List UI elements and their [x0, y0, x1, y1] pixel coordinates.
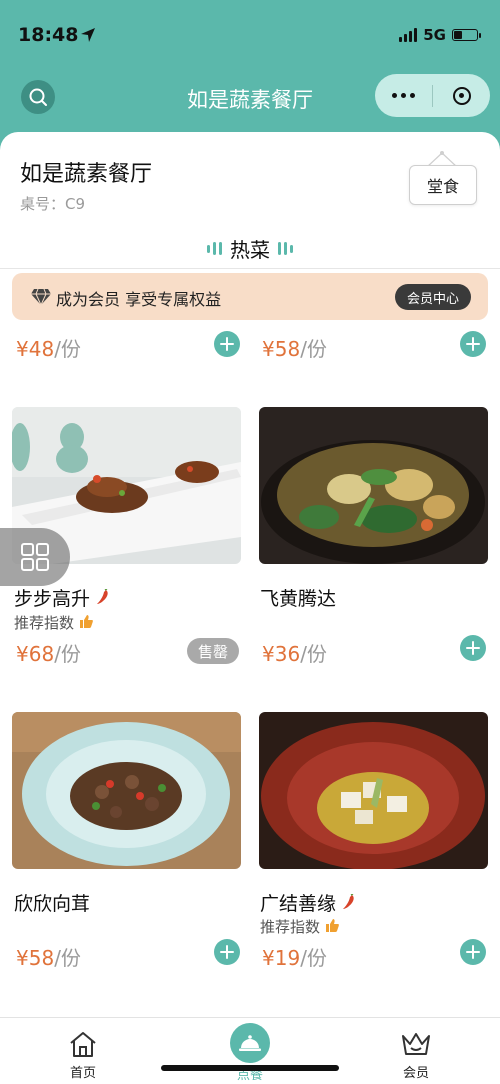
member-banner-text: 成为会员 享受专属权益 [56, 290, 222, 309]
table-number: 桌号：C9 [20, 195, 86, 213]
add-to-cart-button[interactable] [214, 939, 240, 965]
dish-price: ¥19/份 [262, 946, 327, 970]
more-button[interactable] [375, 93, 432, 98]
location-arrow-icon [81, 28, 95, 42]
dish-photo [259, 712, 488, 869]
recommend-index: 推荐指数 [14, 612, 93, 633]
crown-icon[interactable] [400, 1030, 432, 1058]
decoration-bars-left [207, 242, 222, 255]
cloche-icon [239, 1035, 261, 1051]
dish-photo [259, 407, 488, 564]
target-icon [452, 86, 471, 105]
status-indicators: 5G [399, 26, 481, 44]
dish-photo [12, 712, 241, 869]
chili-icon [97, 588, 108, 604]
restaurant-name: 如是蔬素餐厅 [20, 162, 153, 187]
battery-icon [452, 29, 481, 41]
dish-name: 欣欣向茸 [14, 893, 91, 915]
nav-order-button[interactable] [230, 1023, 270, 1063]
dish-name: 广结善缘 [260, 889, 356, 916]
status-time: 18:48 [18, 24, 79, 46]
sold-out-badge: 售罄 [187, 638, 239, 664]
divider [0, 268, 500, 269]
plus-icon [466, 945, 480, 959]
dish-image[interactable] [259, 712, 488, 869]
home-icon[interactable] [68, 1030, 98, 1058]
dish-name: 步步高升 [14, 584, 110, 611]
diamond-icon [31, 288, 51, 306]
dish-image[interactable] [12, 712, 241, 869]
add-to-cart-button[interactable] [214, 331, 240, 357]
add-to-cart-button[interactable] [460, 939, 486, 965]
dish-price: ¥58/份 [16, 946, 81, 970]
dish-price: ¥68/份 [16, 642, 81, 666]
dish-price: ¥58/份 [262, 337, 327, 361]
dish-price: ¥36/份 [262, 642, 327, 666]
add-to-cart-button[interactable] [460, 331, 486, 357]
dish-name: 飞黄腾达 [260, 588, 337, 610]
dish-image[interactable] [259, 407, 488, 564]
decoration-bars-right [278, 242, 293, 255]
recommend-index: 推荐指数 [260, 916, 339, 937]
category-menu-button[interactable] [0, 528, 70, 586]
member-center-button[interactable]: 会员中心 [395, 284, 471, 310]
plus-icon [466, 337, 480, 351]
section-header: 热菜 [0, 234, 500, 263]
add-to-cart-button[interactable] [460, 635, 486, 661]
section-title: 热菜 [230, 238, 270, 262]
chili-icon [343, 893, 354, 909]
nav-home-label[interactable]: 首页 [70, 1062, 96, 1081]
plus-icon [466, 641, 480, 655]
home-indicator [161, 1065, 339, 1071]
thumbs-up-icon [79, 615, 93, 628]
dine-mode-badge[interactable]: 堂食 [409, 165, 477, 205]
thumbs-up-icon [325, 919, 339, 932]
nav-member-label[interactable]: 会员 [403, 1062, 429, 1081]
miniprogram-capsule [375, 74, 490, 117]
signal-icon [399, 28, 418, 42]
grid-icon [21, 543, 49, 571]
close-button[interactable] [433, 86, 490, 105]
plus-icon [220, 337, 234, 351]
network-type: 5G [423, 26, 446, 44]
plus-icon [220, 945, 234, 959]
dish-price: ¥48/份 [16, 337, 81, 361]
